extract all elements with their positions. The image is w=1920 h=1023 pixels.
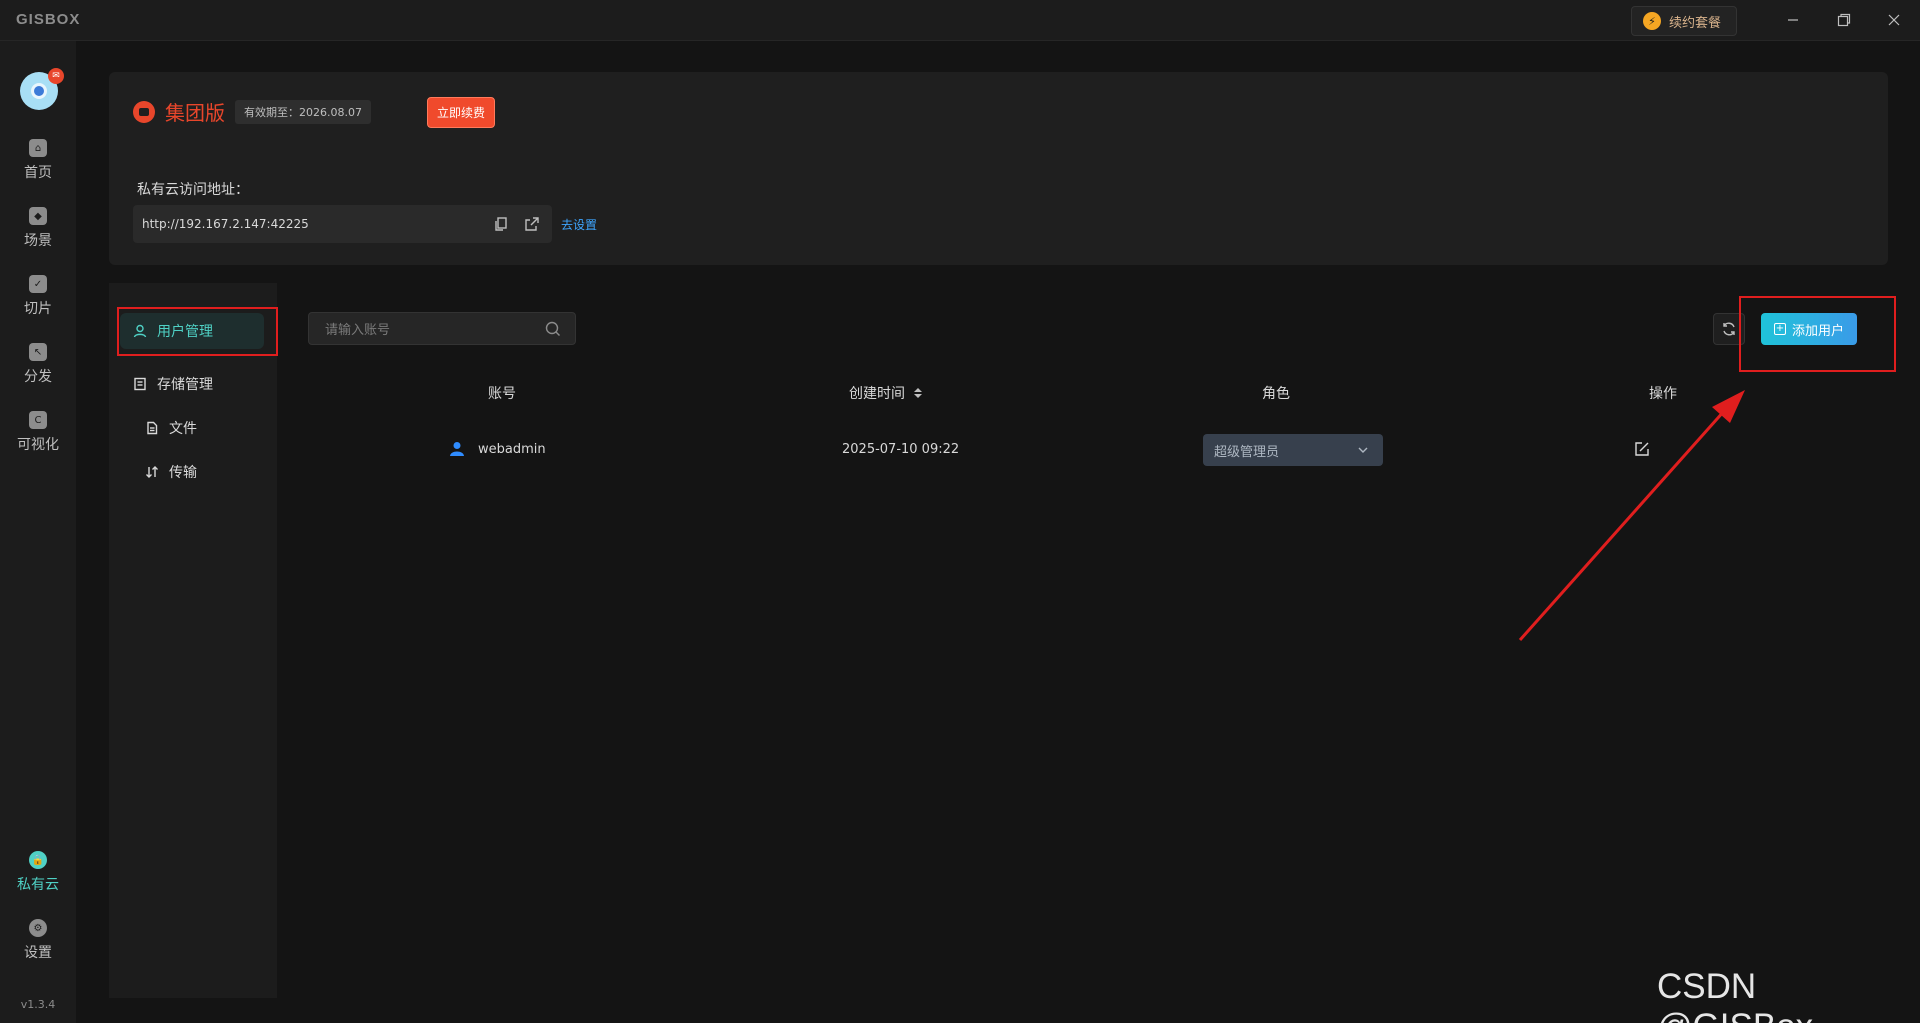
nav-item-home[interactable]: ⌂ 首页 (0, 139, 76, 195)
close-icon (1888, 14, 1900, 26)
private-cloud-subnav: 用户管理 存储管理 文件 传输 (109, 283, 277, 998)
subnav-transfer[interactable]: 传输 (145, 454, 197, 490)
edition-icon (133, 100, 155, 123)
address-label: 私有云访问地址： (137, 182, 249, 198)
open-external-icon[interactable] (524, 216, 540, 232)
subnav-storage-management[interactable]: 存储管理 (133, 366, 213, 402)
notification-badge-icon: ✉ (48, 68, 64, 84)
lightning-icon: ⚡ (1643, 12, 1661, 30)
role-select[interactable]: 超级管理员 (1203, 434, 1383, 466)
refresh-icon (1723, 322, 1735, 336)
main-sidebar: ✉ ⌂ 首页 ◆ 场景 ✓ 切片 ↖ 分发 C 可视化 🔒 私有云 ⚙ 设置 v… (0, 41, 76, 1023)
goto-settings-link[interactable]: 去设置 (561, 216, 597, 233)
renew-plan-label: 续约套餐 (1669, 15, 1722, 31)
nav-item-slice[interactable]: ✓ 切片 (0, 275, 76, 331)
visualize-icon: C (29, 411, 47, 429)
settings-icon: ⚙ (29, 919, 47, 937)
edition-name: 集团版 (165, 101, 225, 125)
address-field[interactable]: http://192.167.2.147:42225 (133, 205, 552, 243)
nav-item-settings[interactable]: ⚙ 设置 (0, 919, 76, 975)
file-icon (145, 421, 159, 435)
storage-icon (133, 377, 147, 391)
column-header-role: 角色 (1262, 386, 1290, 402)
transfer-icon (145, 465, 159, 479)
edition-info: 集团版 有效期至：2026.08.07 (133, 97, 371, 126)
column-header-account: 账号 (488, 386, 516, 402)
annotation-box-add-user (1739, 296, 1896, 372)
slice-icon: ✓ (29, 275, 47, 293)
user-account-icon (449, 441, 465, 461)
close-button[interactable] (1880, 8, 1908, 32)
nav-item-visualize[interactable]: C 可视化 (0, 411, 76, 467)
scene-icon: ◆ (29, 207, 47, 225)
title-bar: GISBOX ⚡ 续约套餐 (0, 0, 1920, 41)
expiry-badge: 有效期至：2026.08.07 (235, 99, 371, 124)
chevron-down-icon (1358, 447, 1368, 453)
license-card: 集团版 有效期至：2026.08.07 立即续费 私有云访问地址： http:/… (109, 72, 1888, 265)
restore-icon (1837, 13, 1851, 27)
avatar[interactable]: ✉ (20, 68, 64, 110)
renew-now-button[interactable]: 立即续费 (427, 97, 495, 128)
minimize-icon (1788, 19, 1798, 21)
publish-icon: ↖ (29, 343, 47, 361)
sort-icon (914, 388, 923, 398)
nav-item-private-cloud[interactable]: 🔒 私有云 (0, 851, 76, 907)
search-icon[interactable] (545, 321, 561, 341)
watermark: CSDN @GISBox (1657, 967, 1813, 1023)
copy-icon[interactable] (493, 216, 509, 232)
account-search-input[interactable]: 请输入账号 (308, 312, 576, 345)
subnav-files[interactable]: 文件 (145, 410, 197, 446)
nav-item-publish[interactable]: ↖ 分发 (0, 343, 76, 399)
private-cloud-icon: 🔒 (29, 851, 47, 869)
restore-button[interactable] (1830, 8, 1858, 32)
account-cell: webadmin (478, 442, 546, 457)
annotation-arrow-icon (1518, 390, 1745, 641)
app-logo: GISBOX (16, 11, 81, 28)
nav-item-scene[interactable]: ◆ 场景 (0, 207, 76, 263)
app-version: v1.3.4 (20, 998, 56, 1011)
home-icon: ⌂ (29, 139, 47, 157)
address-value: http://192.167.2.147:42225 (142, 217, 309, 231)
created-time-cell: 2025-07-10 09:22 (842, 442, 960, 457)
column-header-created[interactable]: 创建时间 (849, 383, 923, 403)
minimize-button[interactable] (1779, 8, 1807, 32)
renew-plan-button[interactable]: ⚡ 续约套餐 (1631, 6, 1737, 36)
annotation-box-user-management (117, 307, 278, 356)
